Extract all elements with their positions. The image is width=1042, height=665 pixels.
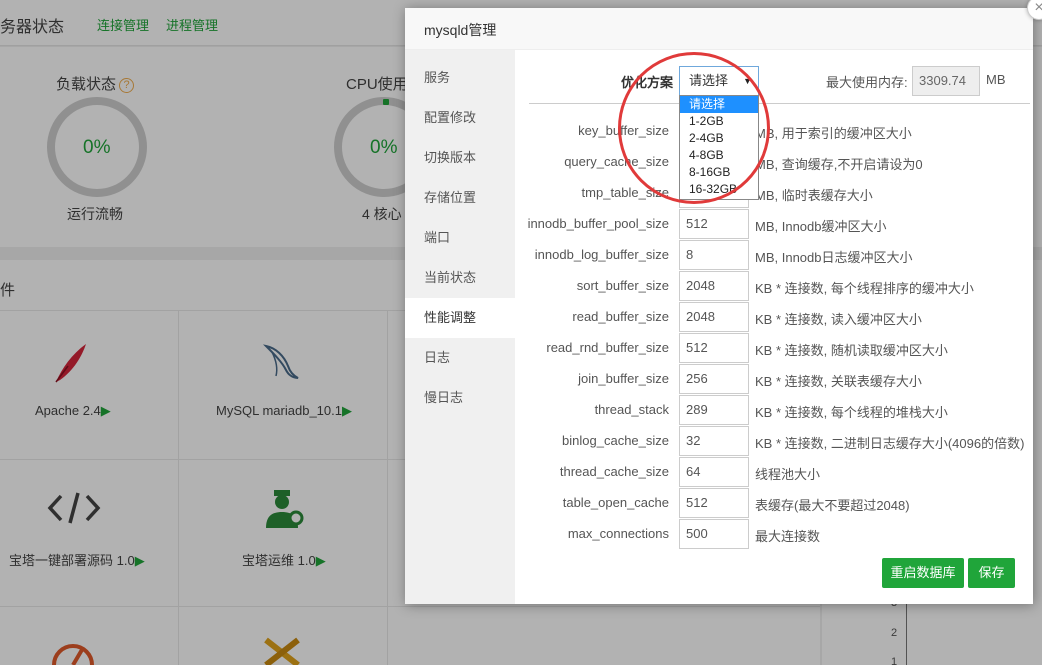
sidebar-item-config[interactable]: 配置修改	[405, 98, 515, 138]
sidebar-item-log[interactable]: 日志	[405, 338, 515, 378]
param-hint-join-buffer-size: KB * 连接数, 关联表缓存大小	[755, 374, 922, 389]
param-hint-tmp-table-size: MB, 临时表缓存大小	[755, 188, 873, 203]
param-label-innodb-log-buffer-size: innodb_log_buffer_size	[534, 247, 669, 262]
option-2-4gb[interactable]: 2-4GB	[680, 130, 758, 147]
param-input-innodb-log-buffer-size[interactable]: 8	[679, 240, 749, 270]
sidebar-item-storage[interactable]: 存储位置	[405, 178, 515, 218]
param-label-sort-buffer-size: sort_buffer_size	[576, 278, 669, 293]
param-label-thread-stack: thread_stack	[594, 402, 669, 417]
param-input-table-open-cache[interactable]: 512	[679, 488, 749, 518]
sidebar-item-slow-log[interactable]: 慢日志	[405, 378, 515, 418]
restart-database-button[interactable]: 重启数据库	[882, 558, 964, 588]
mysqld-modal: mysqld管理 服务 配置修改 切换版本 存储位置 端口 当前状态 性能调整 …	[405, 8, 1033, 604]
param-label-query-cache-size: query_cache_size	[564, 154, 669, 169]
performance-panel: 优化方案 请选择 ▼ 最大使用内存: 3309.74 MB key_buffer…	[515, 50, 1033, 604]
param-hint-innodb-buffer-pool-size: MB, Innodb缓冲区大小	[755, 219, 887, 234]
option-default[interactable]: 请选择	[680, 96, 758, 113]
param-label-read-rnd-buffer-size: read_rnd_buffer_size	[546, 340, 669, 355]
modal-header: mysqld管理	[405, 8, 1033, 50]
param-input-join-buffer-size[interactable]: 256	[679, 364, 749, 394]
sidebar-item-switch-version[interactable]: 切换版本	[405, 138, 515, 178]
option-4-8gb[interactable]: 4-8GB	[680, 147, 758, 164]
param-label-thread-cache-size: thread_cache_size	[559, 464, 669, 479]
max-memory-unit: MB	[986, 72, 1006, 87]
param-label-tmp-table-size: tmp_table_size	[581, 185, 669, 200]
param-input-thread-stack[interactable]: 289	[679, 395, 749, 425]
param-label-key-buffer-size: key_buffer_size	[578, 123, 669, 138]
divider	[529, 103, 1030, 104]
param-hint-sort-buffer-size: KB * 连接数, 每个线程排序的缓冲大小	[755, 281, 974, 296]
optimize-select[interactable]: 请选择 ▼	[679, 66, 759, 96]
modal-title: mysqld管理	[424, 22, 497, 38]
save-button[interactable]: 保存	[968, 558, 1015, 588]
param-label-read-buffer-size: read_buffer_size	[572, 309, 669, 324]
sidebar-item-service[interactable]: 服务	[405, 58, 515, 98]
max-memory-field: 3309.74	[912, 66, 980, 96]
modal-sidebar: 服务 配置修改 切换版本 存储位置 端口 当前状态 性能调整 日志 慢日志	[405, 50, 515, 604]
optimize-dropdown-list: 请选择 1-2GB 2-4GB 4-8GB 8-16GB 16-32GB	[679, 95, 759, 200]
param-hint-max-connections: 最大连接数	[755, 529, 821, 544]
sidebar-item-performance[interactable]: 性能调整	[405, 298, 515, 338]
param-label-max-connections: max_connections	[567, 526, 669, 541]
optimize-select-value: 请选择	[689, 73, 729, 88]
param-hint-query-cache-size: MB, 查询缓存,不开启请设为0	[755, 157, 923, 172]
sidebar-item-port[interactable]: 端口	[405, 218, 515, 258]
param-hint-key-buffer-size: MB, 用于索引的缓冲区大小	[755, 126, 912, 141]
param-input-thread-cache-size[interactable]: 64	[679, 457, 749, 487]
chevron-down-icon: ▼	[743, 76, 752, 86]
param-input-innodb-buffer-pool-size[interactable]: 512	[679, 209, 749, 239]
param-label-innodb-buffer-pool-size: innodb_buffer_pool_size	[527, 216, 669, 231]
param-input-read-buffer-size[interactable]: 2048	[679, 302, 749, 332]
param-input-binlog-cache-size[interactable]: 32	[679, 426, 749, 456]
param-label-binlog-cache-size: binlog_cache_size	[562, 433, 669, 448]
param-hint-thread-cache-size: 线程池大小	[755, 467, 821, 482]
option-16-32gb[interactable]: 16-32GB	[680, 181, 758, 198]
param-label-join-buffer-size: join_buffer_size	[578, 371, 669, 386]
param-input-max-connections[interactable]: 500	[679, 519, 749, 549]
param-hint-binlog-cache-size: KB * 连接数, 二进制日志缓存大小(4096的倍数)	[755, 436, 1025, 451]
param-hint-read-buffer-size: KB * 连接数, 读入缓冲区大小	[755, 312, 922, 327]
optimize-label: 优化方案	[621, 75, 674, 90]
param-hint-read-rnd-buffer-size: KB * 连接数, 随机读取缓冲区大小	[755, 343, 948, 358]
param-input-sort-buffer-size[interactable]: 2048	[679, 271, 749, 301]
param-label-table-open-cache: table_open_cache	[562, 495, 669, 510]
param-hint-table-open-cache: 表缓存(最大不要超过2048)	[755, 498, 910, 513]
param-hint-innodb-log-buffer-size: MB, Innodb日志缓冲区大小	[755, 250, 913, 265]
param-input-read-rnd-buffer-size[interactable]: 512	[679, 333, 749, 363]
param-hint-thread-stack: KB * 连接数, 每个线程的堆栈大小	[755, 405, 948, 420]
option-8-16gb[interactable]: 8-16GB	[680, 164, 758, 181]
sidebar-item-status[interactable]: 当前状态	[405, 258, 515, 298]
option-1-2gb[interactable]: 1-2GB	[680, 113, 758, 130]
max-memory-label: 最大使用内存:	[826, 75, 908, 90]
